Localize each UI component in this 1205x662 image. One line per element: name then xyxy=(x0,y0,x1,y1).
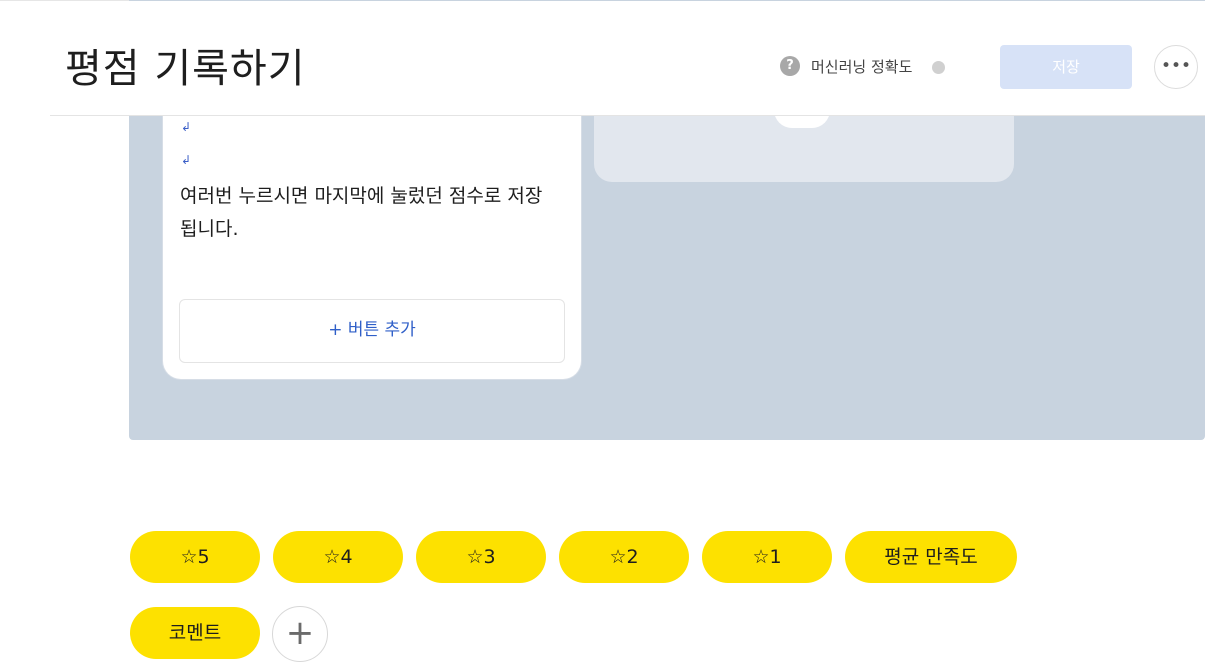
line-break-icon: ↲ xyxy=(181,120,192,134)
ellipsis-icon[interactable]: ••• xyxy=(1154,45,1198,89)
quick-reply-star-4[interactable]: ☆4 xyxy=(273,531,403,583)
status-dot-icon xyxy=(932,61,945,74)
quick-reply-star-5[interactable]: ☆5 xyxy=(130,531,260,583)
plus-icon[interactable]: + xyxy=(272,606,328,662)
quick-reply-star-1[interactable]: ☆1 xyxy=(702,531,832,583)
quick-reply-average-satisfaction[interactable]: 평균 만족도 xyxy=(845,531,1017,583)
line-break-icon: ↲ xyxy=(181,153,192,167)
add-button-button[interactable]: + 버튼 추가 xyxy=(179,299,565,363)
page-header: 평점 기록하기 ? 머신러닝 정확도 저장 ••• xyxy=(50,1,1205,116)
card-message-text: 여러번 누르시면 마지막에 눌렀던 점수로 저장됩니다. xyxy=(180,185,543,240)
question-circle-icon[interactable]: ? xyxy=(780,56,800,76)
quick-reply-star-3[interactable]: ☆3 xyxy=(416,531,546,583)
ml-accuracy-label: 머신러닝 정확도 xyxy=(811,58,913,76)
quick-reply-comment[interactable]: 코멘트 xyxy=(130,607,260,659)
quick-reply-star-2[interactable]: ☆2 xyxy=(559,531,689,583)
page-title: 평점 기록하기 xyxy=(65,46,306,92)
save-button[interactable]: 저장 xyxy=(1000,45,1132,89)
